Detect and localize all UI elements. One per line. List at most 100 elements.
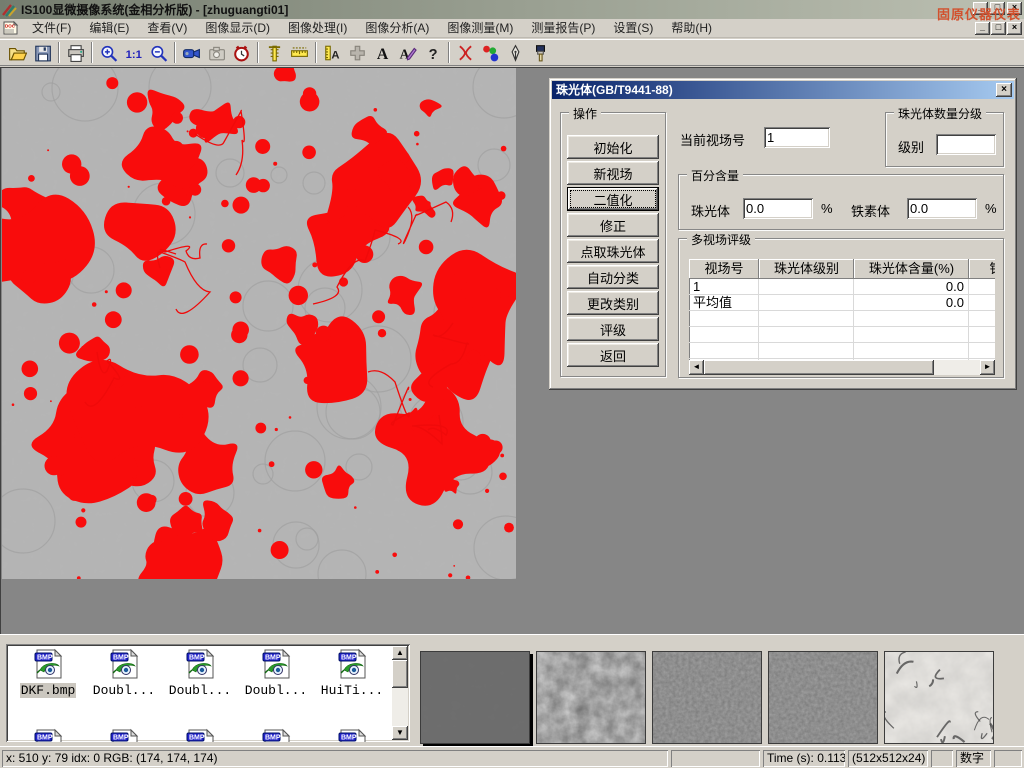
micrograph-thumbnail-5[interactable] — [884, 651, 994, 744]
file-item-DKF-bmp[interactable]: BMPDKF.bmp — [11, 648, 85, 698]
op-button-9[interactable]: 返回 — [567, 343, 659, 367]
toolbar-caliper-button[interactable] — [262, 41, 287, 64]
menu-item-4[interactable]: 图像显示(D) — [196, 19, 279, 38]
scroll-thumb[interactable] — [704, 360, 934, 375]
op-button-5[interactable]: 点取珠光体 — [567, 239, 659, 263]
multi-view-table[interactable]: 视场号珠光体级别珠光体含量(%)铁素体10.0平均值0.0 — [689, 259, 995, 360]
file-item-Doubl---[interactable]: BMPDoubl... — [239, 648, 313, 698]
menu-item-8[interactable]: 测量报告(P) — [522, 19, 604, 38]
toolbar-brush-button[interactable] — [528, 41, 553, 64]
toolbar-save-button[interactable] — [30, 41, 55, 64]
grade-input[interactable] — [936, 134, 996, 155]
toolbar-edit-a-button[interactable]: A — [395, 41, 420, 64]
grade-label: 级别 — [898, 137, 924, 156]
scroll-right-button[interactable]: ► — [980, 360, 995, 375]
svg-text:1:1: 1:1 — [126, 49, 142, 61]
toolbar-clock-button[interactable] — [229, 41, 254, 64]
toolbar-open-button[interactable] — [5, 41, 30, 64]
micrograph-thumbnail-2[interactable] — [536, 651, 646, 744]
menu-item-7[interactable]: 图像测量(M) — [438, 19, 522, 38]
table-horizontal-scrollbar[interactable]: ◄ ► — [689, 360, 995, 375]
micrograph-image[interactable] — [2, 68, 516, 579]
svg-text:A: A — [377, 46, 389, 62]
svg-text:A: A — [331, 49, 339, 61]
toolbar-help-button[interactable]: ? — [420, 41, 445, 64]
toolbar-zoom-in-button[interactable] — [96, 41, 121, 64]
file-item-partial[interactable]: BMP — [239, 728, 313, 742]
micrograph-thumbnail-3[interactable] — [652, 651, 762, 744]
toolbar-camcorder-button[interactable] — [179, 41, 204, 64]
file-item-partial[interactable]: BMP — [315, 728, 389, 742]
file-item-partial[interactable]: BMP — [11, 728, 85, 742]
menu-item-6[interactable]: 图像分析(A) — [356, 19, 438, 38]
svg-text:BMP: BMP — [189, 655, 205, 662]
mdi-restore-button[interactable]: □ — [991, 22, 1006, 35]
toolbar-camera-button[interactable] — [204, 41, 229, 64]
op-button-7[interactable]: 更改类别 — [567, 291, 659, 315]
menu-item-3[interactable]: 查看(V) — [138, 19, 196, 38]
op-button-6[interactable]: 自动分类 — [567, 265, 659, 289]
close-button[interactable]: × — [1007, 2, 1022, 15]
pearlite-percent-input[interactable] — [743, 198, 813, 219]
table-row[interactable] — [689, 327, 995, 343]
table-cell — [689, 327, 759, 343]
file-item-partial[interactable]: BMP — [163, 728, 237, 742]
toolbar-measure-text-button[interactable]: A — [320, 41, 345, 64]
op-button-8[interactable]: 评级 — [567, 317, 659, 341]
table-column-header[interactable]: 视场号 — [689, 259, 759, 279]
menu-bar: DOC 文件(F)编辑(E)查看(V)图像显示(D)图像处理(I)图像分析(A)… — [0, 19, 1024, 38]
op-button-2[interactable]: 新视场 — [567, 161, 659, 185]
toolbar-grid-button[interactable] — [345, 41, 370, 64]
menu-item-5[interactable]: 图像处理(I) — [279, 19, 356, 38]
dialog-close-button[interactable]: × — [996, 83, 1012, 97]
table-row[interactable] — [689, 311, 995, 327]
grading-group-label: 珠光体数量分级 — [894, 105, 986, 122]
op-button-4[interactable]: 修正 — [567, 213, 659, 237]
svg-text:BMP: BMP — [265, 655, 281, 662]
table-column-header[interactable]: 铁素体 — [969, 259, 995, 279]
toolbar-curve-button[interactable] — [453, 41, 478, 64]
file-item-Doubl---[interactable]: BMP Doubl... — [163, 648, 237, 698]
dialog-title-bar[interactable]: 珠光体(GB/T9441-88) × — [552, 81, 1014, 99]
minimize-button[interactable]: _ — [973, 2, 988, 15]
scroll-thumb[interactable] — [392, 660, 408, 688]
file-item-Doubl---[interactable]: BMPDoubl... — [87, 648, 161, 698]
menu-item-10[interactable]: 帮助(H) — [662, 19, 721, 38]
file-item-partial[interactable]: BMP — [87, 728, 161, 742]
maximize-button[interactable]: □ — [990, 2, 1005, 15]
current-view-input[interactable] — [764, 127, 830, 148]
table-row[interactable]: 10.0 — [689, 279, 995, 295]
toolbar-one-to-one-button[interactable]: 1:1 — [121, 41, 146, 64]
table-column-header[interactable]: 珠光体级别 — [759, 259, 854, 279]
current-view-label: 当前视场号 — [680, 130, 745, 149]
mdi-close-button[interactable]: × — [1007, 22, 1022, 35]
menu-item-2[interactable]: 编辑(E) — [80, 19, 138, 38]
toolbar-text-a-button[interactable]: A — [370, 41, 395, 64]
table-cell — [759, 327, 854, 343]
scroll-up-button[interactable]: ▲ — [392, 646, 408, 660]
toolbar-ruler-button[interactable] — [287, 41, 312, 64]
ferrite-percent-input[interactable] — [907, 198, 977, 219]
op-button-1[interactable]: 初始化 — [567, 135, 659, 159]
table-row[interactable] — [689, 343, 995, 359]
micrograph-thumbnail-4[interactable] — [768, 651, 878, 744]
toolbar: 1:1AAA? — [0, 39, 1024, 66]
svg-text:BMP: BMP — [341, 655, 357, 662]
toolbar-balls-button[interactable] — [478, 41, 503, 64]
menu-item-9[interactable]: 设置(S) — [604, 19, 662, 38]
toolbar-zoom-out-button[interactable] — [146, 41, 171, 64]
toolbar-print-button[interactable] — [63, 41, 88, 64]
mdi-minimize-button[interactable]: _ — [975, 22, 990, 35]
micrograph-thumbnail-1[interactable] — [420, 651, 530, 744]
menu-item-1[interactable]: 文件(F) — [23, 19, 80, 38]
toolbar-pen-button[interactable] — [503, 41, 528, 64]
op-button-3[interactable]: 二值化 — [567, 187, 659, 211]
ruler-icon — [290, 44, 309, 62]
scroll-left-button[interactable]: ◄ — [689, 360, 704, 375]
table-column-header[interactable]: 珠光体含量(%) — [854, 259, 969, 279]
file-item-HuiTi---[interactable]: BMPHuiTi... — [315, 648, 389, 698]
table-row[interactable]: 平均值0.0 — [689, 295, 995, 311]
file-name: Doubl... — [168, 683, 232, 698]
scroll-down-button[interactable]: ▼ — [392, 726, 408, 740]
file-vertical-scrollbar[interactable]: ▲ ▼ — [392, 646, 408, 740]
